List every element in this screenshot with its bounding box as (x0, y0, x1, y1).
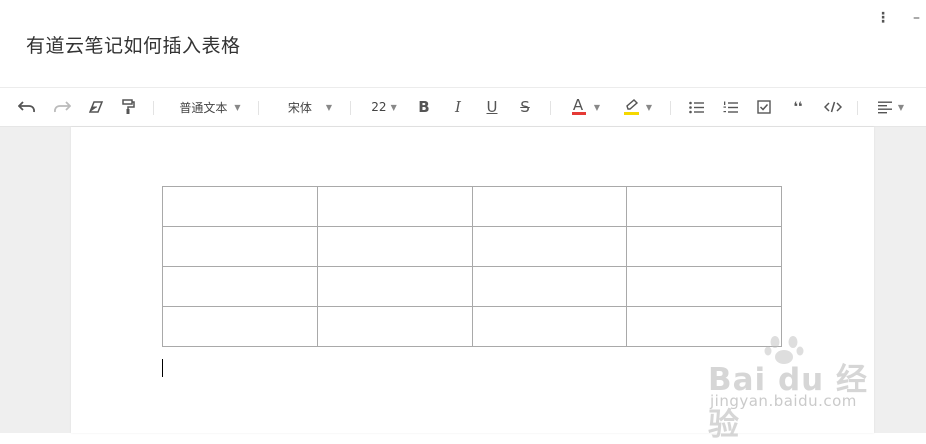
eraser-icon (88, 101, 104, 113)
table-body (162, 186, 782, 347)
table-cell[interactable] (626, 226, 782, 267)
checklist-button[interactable] (754, 96, 774, 118)
code-icon (824, 101, 842, 113)
table-cell[interactable] (471, 186, 628, 227)
table-cell[interactable] (471, 266, 628, 307)
table-cell[interactable] (626, 306, 782, 347)
highlight-swatch (623, 112, 639, 115)
quote-button[interactable]: ❛❛ (788, 96, 808, 118)
table-cell[interactable] (471, 226, 628, 267)
table-cell[interactable] (316, 186, 473, 227)
bullet-list-button[interactable] (686, 96, 706, 118)
toolbar-divider (550, 101, 551, 115)
table-cell[interactable] (162, 186, 318, 227)
text-cursor (162, 359, 163, 377)
toolbar-divider (258, 101, 259, 115)
align-select[interactable]: ▼ (873, 96, 909, 118)
checkbox-icon (757, 100, 771, 114)
table-cell[interactable] (471, 306, 628, 347)
italic-button[interactable]: I (448, 96, 468, 118)
highlight-color-button[interactable]: ▼ (618, 96, 658, 118)
bullet-list-icon (688, 101, 704, 113)
table-cell[interactable] (316, 226, 473, 267)
table-cell[interactable] (316, 306, 473, 347)
table-row (162, 306, 782, 347)
strikethrough-button[interactable]: S (515, 96, 535, 118)
table-cell[interactable] (162, 226, 318, 267)
font-color-icon: A (571, 96, 586, 117)
redo-button[interactable] (51, 96, 73, 118)
font-color-button[interactable]: A ▼ (566, 96, 606, 118)
toolbar-divider (857, 101, 858, 115)
clear-format-button[interactable] (86, 96, 106, 118)
document-title[interactable]: 有道云笔记如何插入表格 (26, 31, 241, 58)
undo-icon (18, 101, 35, 113)
font-size-select[interactable]: 22 ▼ (364, 96, 404, 118)
minimize-icon[interactable]: – (913, 8, 920, 28)
chevron-down-icon: ▼ (645, 102, 653, 112)
numbered-list-button[interactable] (720, 96, 740, 118)
table-row (162, 186, 782, 227)
inserted-table (162, 186, 782, 347)
numbered-list-icon (723, 101, 738, 113)
font-family-select[interactable]: 宋体 ▼ (280, 96, 340, 118)
table-cell[interactable] (626, 266, 782, 307)
font-color-swatch (571, 112, 586, 115)
table-row (162, 226, 782, 267)
table-row (162, 266, 782, 307)
undo-button[interactable] (16, 96, 38, 118)
paragraph-style-select[interactable]: 普通文本 ▼ (170, 96, 250, 118)
redo-icon (54, 101, 71, 113)
editor-page[interactable] (71, 127, 874, 433)
paint-roller-icon (122, 99, 135, 114)
font-size-value: 22 (371, 100, 387, 114)
toolbar-divider (670, 101, 671, 115)
font-family-value: 宋体 (287, 100, 312, 115)
more-options-icon[interactable]: ⋮ (876, 8, 890, 28)
code-button[interactable] (822, 96, 844, 118)
underline-button[interactable]: U (482, 96, 502, 118)
align-left-icon (877, 101, 892, 113)
highlighter-icon (623, 97, 640, 117)
title-bar: 有道云笔记如何插入表格 ⋮ – (0, 0, 926, 88)
chevron-down-icon: ▼ (390, 102, 397, 112)
chevron-down-icon: ▼ (325, 102, 333, 112)
toolbar-divider (350, 101, 351, 115)
chevron-down-icon: ▼ (593, 102, 601, 112)
chevron-down-icon: ▼ (234, 102, 241, 112)
chevron-down-icon: ▼ (897, 102, 905, 112)
toolbar-divider (153, 101, 154, 115)
bold-button[interactable]: B (414, 96, 434, 118)
table-cell[interactable] (162, 266, 318, 307)
format-painter-button[interactable] (118, 96, 138, 118)
table-cell[interactable] (316, 266, 473, 307)
paragraph-style-value: 普通文本 (179, 100, 228, 115)
table-cell[interactable] (162, 306, 318, 347)
table-cell[interactable] (626, 186, 782, 227)
formatting-toolbar: 普通文本 ▼ 宋体 ▼ 22 ▼ B I U S A ▼ ▼ ❛❛ ▼ (0, 88, 926, 127)
